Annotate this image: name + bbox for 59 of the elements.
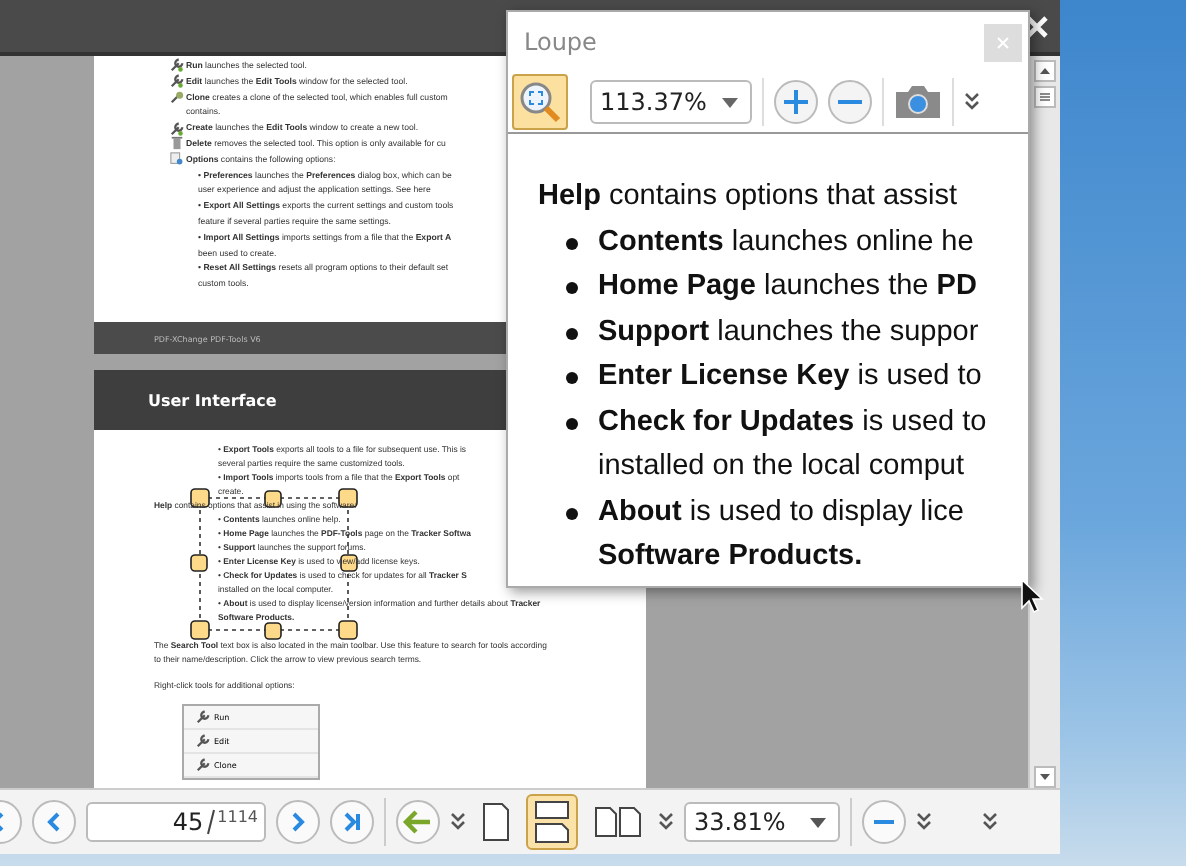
magnified-text-line: Support launches the suppor — [598, 313, 979, 351]
camera-icon[interactable] — [894, 84, 942, 120]
slash-icon — [205, 808, 216, 836]
current-page-number: 45 — [172, 808, 204, 836]
scroll-thumb-icon[interactable] — [1034, 86, 1056, 108]
scroll-up-icon[interactable] — [1034, 60, 1056, 82]
zoom-value: 33.81% — [694, 808, 786, 836]
zoom-in-button[interactable] — [774, 80, 818, 124]
magnifier-icon — [518, 80, 562, 124]
window-title: Loupe — [524, 28, 597, 56]
magnified-text-line: Software Products. — [598, 538, 865, 576]
dropdown-caret-icon — [722, 97, 738, 107]
magnified-text-line: Enter License Key is used to — [598, 358, 982, 396]
dropdown-caret-icon — [810, 817, 826, 827]
loupe-tool-button[interactable] — [512, 74, 568, 130]
bullet-icon — [566, 372, 578, 384]
overflow-chevron-icon[interactable] — [964, 92, 980, 112]
close-icon — [996, 35, 1010, 49]
wrench-icon — [196, 710, 210, 724]
magnified-text-line: Home Page launches the PD — [598, 268, 977, 306]
last-page-button[interactable] — [330, 800, 374, 844]
bullet-icon — [566, 282, 578, 294]
stacked-pages-icon — [532, 800, 572, 844]
zoom-value: 113.37% — [600, 88, 707, 116]
zoom-out-button[interactable] — [828, 80, 872, 124]
next-page-button[interactable] — [276, 800, 320, 844]
back-button[interactable] — [396, 800, 440, 844]
continuous-page-button[interactable] — [526, 794, 578, 850]
overflow-chevron-icon[interactable] — [450, 812, 466, 832]
page-number-field[interactable]: 45 1114 — [86, 802, 266, 842]
facing-pages-icon — [594, 806, 642, 838]
total-pages: 1114 — [217, 808, 258, 826]
arrow-left-icon — [402, 808, 434, 836]
zoom-out-button[interactable] — [862, 800, 906, 844]
magnified-text-line: Help contains options that assist — [538, 178, 960, 216]
magnified-text-line: Check for Updates is used to — [598, 403, 987, 441]
scroll-down-icon[interactable] — [1034, 766, 1056, 788]
magnified-text-line: About is used to display lice — [598, 493, 964, 531]
wrench-icon — [196, 758, 210, 772]
page-icon — [482, 802, 510, 842]
overflow-chevron-icon[interactable] — [916, 812, 932, 832]
bullet-icon — [566, 417, 578, 429]
zoom-dropdown[interactable]: 33.81% — [684, 802, 840, 842]
clone-icon — [170, 89, 184, 104]
bin-icon — [170, 136, 184, 151]
overflow-chevron-icon[interactable] — [982, 812, 998, 832]
bullet-icon — [566, 237, 578, 249]
overflow-chevron-icon[interactable] — [658, 812, 674, 832]
zoom-dropdown[interactable]: 113.37% — [590, 80, 752, 124]
wrench-icon — [170, 121, 184, 136]
magnified-text-line: Contents launches online he — [598, 223, 974, 261]
wrench-icon — [196, 734, 210, 748]
previous-page-button[interactable] — [32, 800, 76, 844]
bullet-icon — [566, 507, 578, 519]
bullet-icon — [566, 327, 578, 339]
magnified-text-line: installed on the local comput — [598, 448, 966, 486]
vertical-scrollbar[interactable] — [1028, 56, 1060, 788]
plus-icon — [782, 88, 810, 116]
page-heading: User Interface — [148, 391, 277, 409]
